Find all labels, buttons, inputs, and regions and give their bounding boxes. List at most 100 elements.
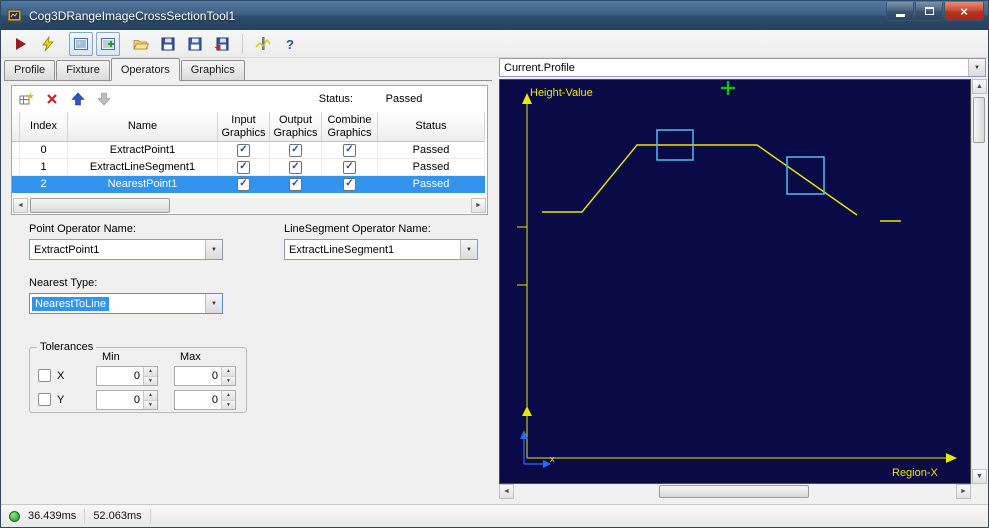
output-graphics-checkbox[interactable]: ✓ bbox=[289, 160, 302, 174]
minimize-icon bbox=[895, 13, 905, 17]
tolerance-x-min-spinner[interactable]: 0 ▲ ▼ bbox=[96, 366, 158, 386]
add-operator-button[interactable] bbox=[16, 89, 36, 109]
input-graphics-checkbox[interactable]: ✓ bbox=[237, 143, 250, 157]
chevron-down-icon[interactable]: ▼ bbox=[968, 59, 985, 76]
open-button[interactable] bbox=[129, 32, 153, 56]
chevron-down-icon[interactable]: ▼ bbox=[205, 240, 222, 259]
title-bar[interactable]: Cog3DRangeImageCrossSectionTool1 × bbox=[1, 1, 988, 30]
run-time-value: 36.439ms bbox=[28, 510, 77, 522]
linesegment-operator-combo[interactable]: ExtractLineSegment1 ▼ bbox=[284, 239, 478, 260]
combine-graphics-checkbox[interactable]: ✓ bbox=[343, 177, 356, 191]
save-button[interactable] bbox=[156, 32, 180, 56]
input-graphics-checkbox[interactable]: ✓ bbox=[237, 160, 250, 174]
table-row[interactable]: 2 NearestPoint1 ✓ ✓ ✓ Passed bbox=[12, 176, 487, 193]
grid-hscrollbar[interactable]: ◄ ► bbox=[13, 198, 486, 213]
table-row[interactable]: 0 ExtractPoint1 ✓ ✓ ✓ Passed bbox=[12, 142, 487, 159]
chevron-down-icon[interactable]: ▼ bbox=[205, 294, 222, 313]
profile-vscrollbar[interactable]: ▲ ▼ bbox=[971, 79, 987, 484]
current-record-display-icon bbox=[74, 37, 88, 50]
tolerance-x-checkbox[interactable] bbox=[38, 369, 51, 382]
scroll-right-icon[interactable]: ► bbox=[471, 198, 486, 213]
input-graphics-checkbox[interactable]: ✓ bbox=[237, 177, 250, 191]
profile-display[interactable]: Height-Value Region-X x bbox=[499, 79, 971, 484]
total-time-value: 52.063ms bbox=[93, 510, 142, 522]
close-button[interactable]: × bbox=[944, 2, 984, 21]
spin-up-icon[interactable]: ▲ bbox=[144, 367, 157, 377]
electric-run-icon bbox=[42, 35, 54, 51]
move-up-icon bbox=[71, 92, 85, 106]
maximize-button[interactable] bbox=[915, 2, 943, 21]
tab-fixture[interactable]: Fixture bbox=[56, 60, 110, 80]
save-script-button[interactable] bbox=[210, 32, 234, 56]
spin-down-icon[interactable]: ▼ bbox=[222, 400, 235, 409]
point-operator-combo[interactable]: ExtractPoint1 ▼ bbox=[29, 239, 223, 260]
tolerance-x-min-value: 0 bbox=[133, 370, 140, 382]
output-graphics-checkbox[interactable]: ✓ bbox=[289, 177, 302, 191]
help-button[interactable]: ? bbox=[278, 32, 302, 56]
tolerance-y-checkbox[interactable] bbox=[38, 393, 51, 406]
scroll-thumb[interactable] bbox=[973, 97, 985, 143]
scroll-right-icon[interactable]: ► bbox=[956, 484, 971, 499]
table-row[interactable]: 1 ExtractLineSegment1 ✓ ✓ ✓ Passed bbox=[12, 159, 487, 176]
electric-run-button[interactable] bbox=[36, 32, 60, 56]
spin-up-icon[interactable]: ▲ bbox=[222, 367, 235, 377]
minimize-button[interactable] bbox=[886, 2, 914, 21]
spin-up-icon[interactable]: ▲ bbox=[222, 391, 235, 401]
move-up-button[interactable] bbox=[68, 89, 88, 109]
spin-down-icon[interactable]: ▼ bbox=[144, 400, 157, 409]
tab-profile[interactable]: Profile bbox=[4, 60, 56, 80]
help-icon: ? bbox=[286, 37, 294, 52]
chevron-down-icon[interactable]: ▼ bbox=[460, 240, 477, 259]
scroll-down-icon[interactable]: ▼ bbox=[972, 469, 987, 484]
profile-hscrollbar[interactable]: ◄ ► bbox=[499, 484, 971, 499]
header-gutter bbox=[12, 112, 20, 142]
spin-up-icon[interactable]: ▲ bbox=[144, 391, 157, 401]
profile-selector-combo[interactable]: Current.Profile ▼ bbox=[499, 58, 986, 77]
combine-graphics-checkbox[interactable]: ✓ bbox=[343, 160, 356, 174]
tolerance-y-max-spinner[interactable]: 0 ▲ ▼ bbox=[174, 390, 236, 410]
x-axis-label: Region-X bbox=[892, 467, 939, 479]
status-label: Status: bbox=[318, 93, 353, 105]
scroll-thumb[interactable] bbox=[659, 485, 809, 498]
lastrun-record-display-icon bbox=[101, 37, 115, 50]
operator-list-panel: Status: Passed Index Name Input Graphics… bbox=[11, 85, 488, 215]
tolerance-x-max-value: 0 bbox=[211, 370, 218, 382]
y-axis-label: Height-Value bbox=[530, 87, 593, 99]
tab-graphics[interactable]: Graphics bbox=[180, 60, 245, 80]
header-output-graphics: Output Graphics bbox=[270, 112, 322, 142]
current-record-display-button[interactable] bbox=[69, 31, 93, 56]
nearest-type-combo[interactable]: NearestToLine ▼ bbox=[29, 293, 223, 314]
save-as-button[interactable] bbox=[183, 32, 207, 56]
combine-graphics-checkbox[interactable]: ✓ bbox=[343, 143, 356, 157]
tolerance-y-min-value: 0 bbox=[133, 394, 140, 406]
spin-down-icon[interactable]: ▼ bbox=[144, 376, 157, 385]
scroll-thumb[interactable] bbox=[30, 198, 170, 213]
tool-edit-window: Cog3DRangeImageCrossSectionTool1 × ? Pro… bbox=[0, 0, 989, 528]
profile-selector-value: Current.Profile bbox=[504, 61, 575, 74]
header-status: Status bbox=[378, 112, 485, 142]
probe-settings-icon bbox=[255, 36, 271, 50]
tolerance-x-max-spinner[interactable]: 0 ▲ ▼ bbox=[174, 366, 236, 386]
run-button[interactable] bbox=[9, 32, 33, 56]
grid-body: 0 ExtractPoint1 ✓ ✓ ✓ Passed 1 ExtractLineSegme… bbox=[12, 142, 487, 193]
linesegment-operator-value: ExtractLineSegment1 bbox=[289, 243, 395, 256]
status-led-icon bbox=[9, 510, 20, 522]
tolerance-y-min-spinner[interactable]: 0 ▲ ▼ bbox=[96, 390, 158, 410]
status-value: Passed bbox=[385, 93, 423, 105]
maximize-icon bbox=[924, 7, 934, 15]
scroll-left-icon[interactable]: ◄ bbox=[499, 484, 514, 499]
lastrun-record-display-button[interactable] bbox=[96, 31, 120, 56]
header-index: Index bbox=[20, 112, 68, 142]
spin-down-icon[interactable]: ▼ bbox=[222, 376, 235, 385]
tolerance-y-label: Y bbox=[57, 394, 65, 406]
tab-operators[interactable]: Operators bbox=[110, 58, 180, 81]
delete-operator-button[interactable] bbox=[42, 89, 62, 109]
mini-axis-label: x bbox=[550, 454, 555, 464]
probe-settings-button[interactable] bbox=[251, 32, 275, 56]
move-down-button[interactable] bbox=[94, 89, 114, 109]
output-graphics-checkbox[interactable]: ✓ bbox=[289, 143, 302, 157]
scroll-left-icon[interactable]: ◄ bbox=[13, 198, 28, 213]
window-title: Cog3DRangeImageCrossSectionTool1 bbox=[29, 8, 236, 23]
operator-toolbar: Status: Passed bbox=[12, 86, 487, 112]
scroll-up-icon[interactable]: ▲ bbox=[972, 79, 987, 94]
